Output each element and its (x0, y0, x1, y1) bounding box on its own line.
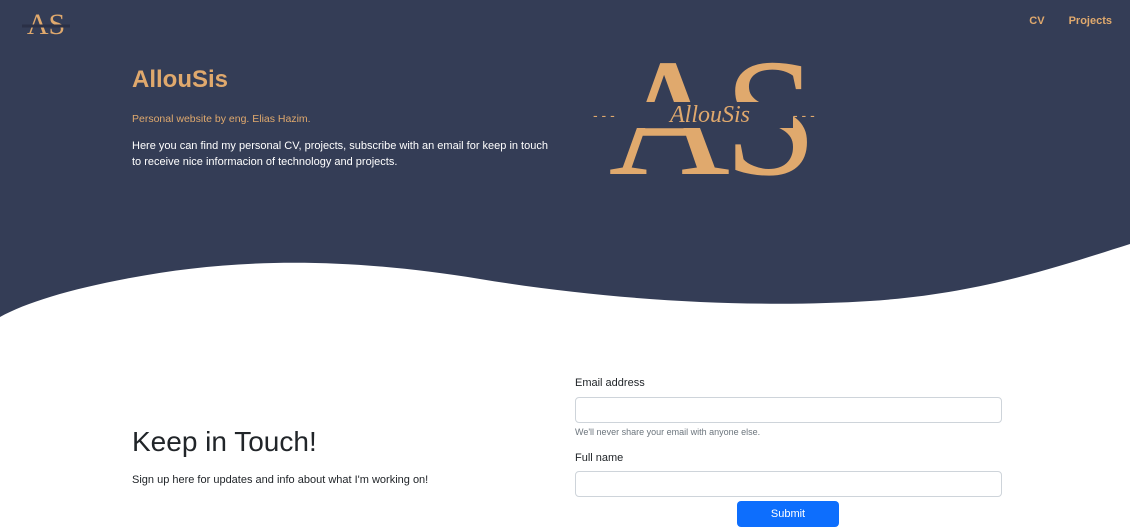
svg-text:AS: AS (27, 8, 65, 38)
subscribe-title: Keep in Touch! (132, 426, 317, 457)
hero-logo: AS - - - - - - AllouSis (593, 40, 817, 190)
hero-title: AllouSis (132, 66, 229, 93)
svg-text:- - -: - - - (593, 107, 615, 123)
nav-link-projects[interactable]: Projects (1069, 15, 1112, 27)
email-help-text: We'll never share your email with anyone… (575, 427, 761, 437)
hero-description: Here you can find my personal CV, projec… (132, 140, 548, 168)
nav-link-cv[interactable]: CV (1029, 15, 1044, 27)
email-input[interactable] (575, 397, 1002, 423)
svg-text:- - -: - - - (793, 107, 815, 123)
nav-links: CV Projects (1029, 15, 1112, 27)
full-name-input[interactable] (575, 471, 1002, 497)
hero-section: AS CV Projects AllouSis Personal website… (0, 0, 1130, 330)
submit-button[interactable]: Submit (737, 501, 839, 527)
email-label: Email address (575, 377, 645, 389)
svg-text:AllouSis: AllouSis (668, 102, 750, 128)
hero-subtitle: Personal website by eng. Elias Hazim. (132, 113, 311, 125)
subscribe-description: Sign up here for updates and info about … (132, 474, 429, 486)
nav-logo[interactable]: AS (20, 6, 72, 38)
full-name-label: Full name (575, 452, 624, 464)
